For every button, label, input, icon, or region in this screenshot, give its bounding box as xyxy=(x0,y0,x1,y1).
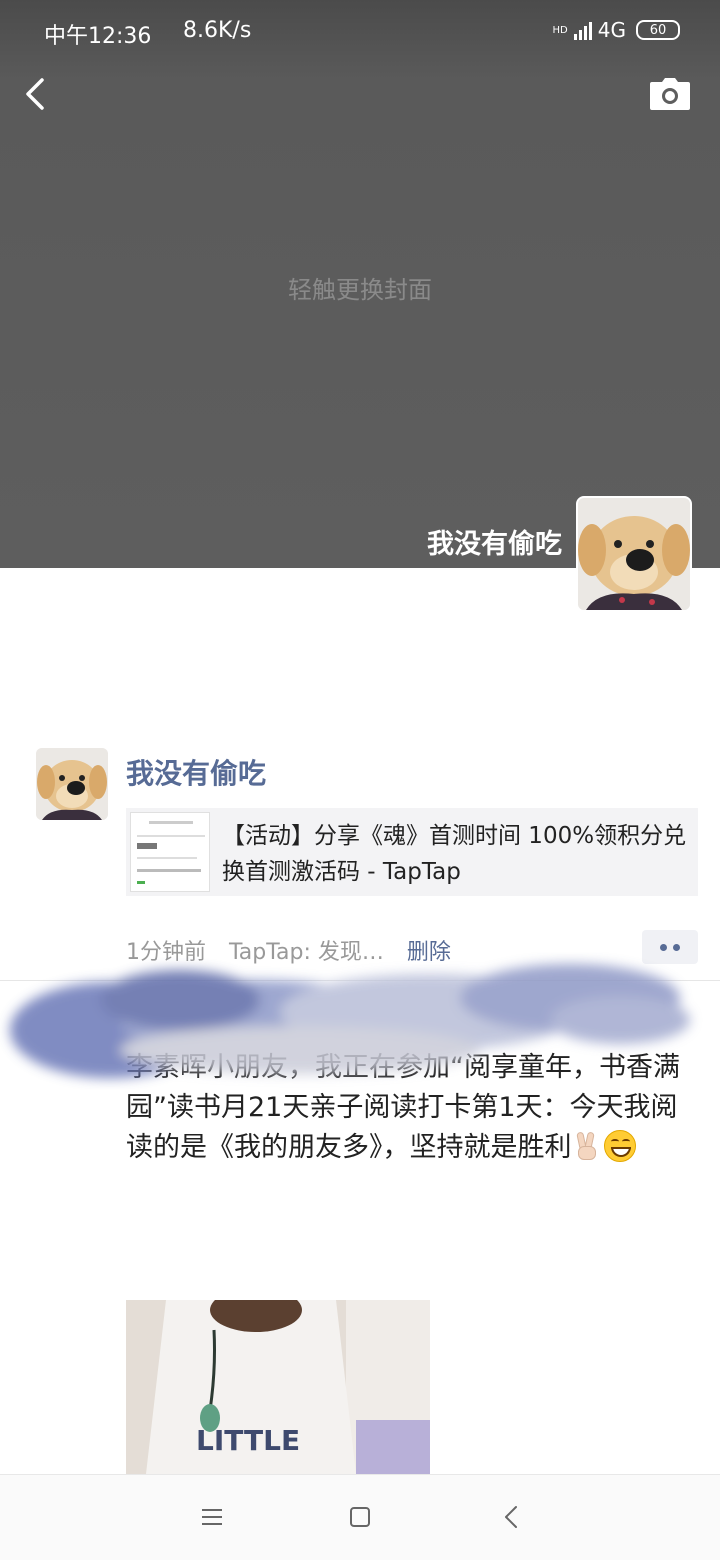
post-meta: 1分钟前 TapTap: 发现… 删除 xyxy=(126,934,451,966)
grin-face-icon xyxy=(603,1130,636,1162)
profile-avatar[interactable] xyxy=(576,496,692,612)
battery-icon: 60 xyxy=(636,20,680,40)
camera-icon[interactable] xyxy=(648,76,692,112)
moments-page: 中午12:36 8.6K/s HD 4G 60 轻触更换封面 我没有偷吃 我没有… xyxy=(0,0,720,1560)
share-thumbnail xyxy=(130,812,210,892)
shared-link-card[interactable]: 【活动】分享《魂》首测时间 100%领积分兑换首测激活码 - TapTap xyxy=(126,808,698,896)
battery-level: 60 xyxy=(649,22,667,38)
back-arrow-icon[interactable] xyxy=(18,72,58,116)
peace-hand-icon xyxy=(574,1131,600,1162)
menu-icon[interactable] xyxy=(198,1505,226,1529)
post-divider xyxy=(0,980,720,981)
signal-icon xyxy=(573,20,592,40)
post-photo[interactable]: LITTLE xyxy=(126,1300,430,1474)
post-time: 1分钟前 xyxy=(126,940,206,965)
hd-badge: HD xyxy=(552,24,568,36)
system-nav-bar xyxy=(0,1474,720,1560)
post-text: 李素晖小朋友，我正在参加“阅享童年，书香满园”读书月21天亲子阅读打卡第1天：今… xyxy=(126,1048,698,1168)
post-source[interactable]: TapTap: 发现… xyxy=(229,940,384,965)
network-type: 4G xyxy=(597,18,626,42)
svg-text:LITTLE: LITTLE xyxy=(196,1424,300,1457)
status-bar: 中午12:36 8.6K/s HD 4G 60 xyxy=(0,0,720,64)
more-dots-icon[interactable] xyxy=(642,930,698,964)
delete-link[interactable]: 删除 xyxy=(407,940,451,965)
post-avatar[interactable] xyxy=(36,748,108,820)
share-title: 【活动】分享《魂》首测时间 100%领积分兑换首测激活码 - TapTap xyxy=(222,823,687,885)
back-icon[interactable] xyxy=(500,1503,524,1531)
status-time: 中午12:36 xyxy=(44,24,152,49)
profile-name: 我没有偷吃 xyxy=(427,529,562,560)
cover-area[interactable]: 中午12:36 8.6K/s HD 4G 60 轻触更换封面 我没有偷吃 xyxy=(0,0,720,568)
feed-post: 我没有偷吃 【活动】分享《魂》首测时间 100%领积分兑换首测激活码 - Tap… xyxy=(0,748,720,980)
home-icon[interactable] xyxy=(348,1505,372,1529)
cover-hint[interactable]: 轻触更换封面 xyxy=(0,270,720,305)
status-speed: 8.6K/s xyxy=(183,18,252,43)
post-author[interactable]: 我没有偷吃 xyxy=(126,752,266,792)
status-icons: HD 4G 60 xyxy=(553,18,680,42)
